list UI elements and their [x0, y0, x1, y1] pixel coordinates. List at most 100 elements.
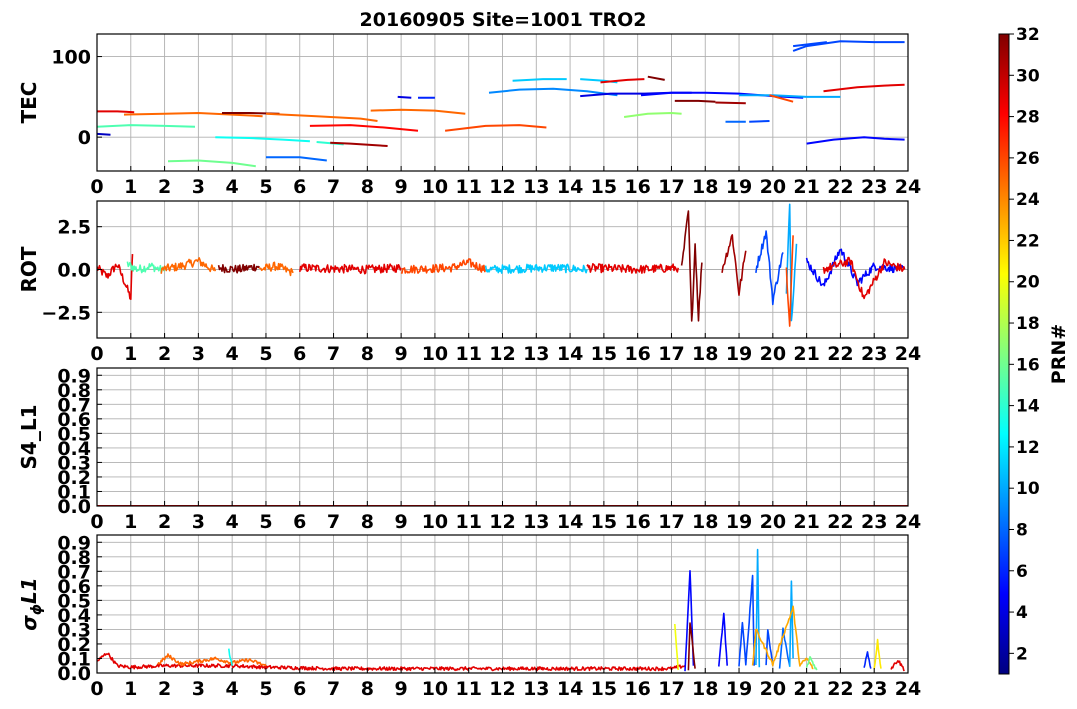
colorbar-tick-label: 8 [1016, 520, 1028, 540]
subplots: 0 1 2 3 4 5 6 7 8 9 10 11 12 13 14 15 16 17 18 19 20 21 22 23 24… [17, 33, 921, 700]
y-axis-label: TEC [17, 82, 41, 124]
x-tick-label: 14 [557, 176, 583, 198]
x-tick-label: 24 [895, 511, 921, 533]
x-tick-label: 11 [455, 176, 481, 198]
series-prn-8 [266, 156, 327, 162]
x-tick-label: 3 [192, 176, 205, 198]
x-tick-label: 19 [726, 176, 752, 198]
x-tick-label: 7 [327, 511, 340, 533]
x-tick-label: 9 [395, 343, 408, 365]
x-tick-label: 8 [361, 176, 374, 198]
y-tick-label: −2.5 [41, 302, 91, 324]
subplot-2: 0 1 2 3 4 5 6 7 8 9 10 11 12 13 14 15 16 17 18 19 20 21 22 23 24… [17, 200, 921, 365]
x-tick-label: 21 [793, 678, 819, 700]
y-tick-label: 0.9 [57, 365, 91, 387]
figure: 20160905 Site=1001 TRO2 0 1 2 3 4 5 6 7 8 9 10 11 12… [17, 9, 1070, 700]
x-tick-label: 18 [692, 678, 718, 700]
colorbar: 2468101214161820222426283032 PRN# [998, 25, 1070, 675]
colorbar-tick-label: 28 [1016, 108, 1040, 128]
x-tick-label: 8 [361, 511, 374, 533]
x-tick-label: 13 [523, 176, 549, 198]
x-tick-label: 1 [124, 176, 137, 198]
x-tick-label: 10 [422, 678, 448, 700]
x-tick-label: 4 [226, 511, 239, 533]
x-tick-label: 6 [293, 511, 306, 533]
subplot-1: 0 1 2 3 4 5 6 7 8 9 10 11 12 13 14 15 16 17 18 19 20 21 22 23 24… [17, 33, 921, 198]
x-tick-label: 14 [557, 511, 583, 533]
x-tick-label: 7 [327, 176, 340, 198]
colorbar-label: PRN# [1048, 324, 1070, 384]
x-tick-label: 18 [692, 343, 718, 365]
series-prn-15 [97, 124, 196, 128]
x-tick-label: 18 [692, 511, 718, 533]
series-prn-26 [444, 124, 547, 132]
colorbar-tick-label: 2 [1016, 644, 1028, 664]
x-tick-label: 18 [692, 176, 718, 198]
series-prn-7 [738, 574, 755, 667]
x-tick-label: 12 [489, 511, 515, 533]
colorbar-tick-label: 20 [1016, 273, 1040, 293]
x-tick-label: 11 [455, 678, 481, 700]
y-tick-labels: 0.00.10.20.30.40.50.60.70.80.9 [57, 365, 102, 518]
x-tick-label: 24 [895, 176, 921, 198]
x-tick-label: 5 [259, 176, 272, 198]
x-tick-label: 19 [726, 343, 752, 365]
series-prn-29 [890, 660, 905, 672]
colorbar-tick-label: 32 [1016, 25, 1040, 45]
x-tick-label: 21 [793, 343, 819, 365]
grid [96, 34, 909, 171]
x-tick-label: 16 [624, 343, 650, 365]
x-tick-label: 6 [293, 678, 306, 700]
colorbar-tick-label: 6 [1016, 562, 1028, 582]
series-group [97, 40, 905, 168]
x-tick-label: 0 [90, 343, 103, 365]
x-tick-label: 22 [827, 343, 853, 365]
series-prn-17 [623, 112, 682, 118]
subplot-3: 0 1 2 3 4 5 6 7 8 9 10 11 12 13 14 15 16 17 18 19 20 21 22 23 24… [17, 365, 921, 533]
x-tick-label: 16 [624, 678, 650, 700]
x-tick-label: 21 [793, 176, 819, 198]
x-tick-label: 15 [591, 343, 617, 365]
series-prn-32 [680, 210, 703, 322]
series-group [97, 548, 905, 672]
x-tick-label: 14 [557, 343, 583, 365]
x-tick-label: 4 [226, 176, 239, 198]
x-tick-label: 0 [90, 511, 103, 533]
x-tick-label: 23 [861, 511, 887, 533]
series-prn-29 [822, 256, 906, 300]
colorbar-tick-label: 10 [1016, 479, 1040, 499]
series-prn-13 [215, 136, 310, 143]
x-tick-label: 13 [523, 678, 549, 700]
x-tick-label: 20 [760, 343, 786, 365]
x-tick-label: 8 [361, 678, 374, 700]
x-tick-label: 10 [422, 343, 448, 365]
series-prn-25 [370, 108, 466, 115]
colorbar-tick-label: 12 [1016, 438, 1040, 458]
colorbar-tick-label: 4 [1016, 603, 1028, 623]
x-tick-label: 5 [259, 343, 272, 365]
x-tick-label: 12 [489, 678, 515, 700]
series-prn-23 [751, 605, 814, 670]
colorbar-tick-label: 14 [1016, 397, 1040, 417]
x-tick-label: 4 [226, 343, 239, 365]
x-tick-label: 9 [395, 176, 408, 198]
x-tick-label: 3 [192, 511, 205, 533]
x-tick-label: 21 [793, 511, 819, 533]
x-tick-label: 16 [624, 176, 650, 198]
x-tick-label: 24 [895, 343, 921, 365]
x-tick-label: 7 [327, 343, 340, 365]
series-prn-16 [167, 159, 256, 168]
x-tick-label: 22 [827, 176, 853, 198]
series-prn-6 [863, 651, 872, 669]
x-tick-label: 1 [124, 678, 137, 700]
series-prn-5 [806, 136, 905, 145]
x-tick-label: 6 [293, 176, 306, 198]
x-tick-label: 2 [158, 678, 171, 700]
x-tick-label: 13 [523, 343, 549, 365]
series-prn-29 [97, 254, 134, 300]
series-prn-15 [126, 261, 166, 274]
subplot-4: 0 1 2 3 4 5 6 7 8 9 10 11 12 13 14 15 16 17 18 19 20 21 22 23 24… [17, 532, 921, 700]
x-tick-label: 9 [395, 678, 408, 700]
series-prn-32 [217, 263, 260, 274]
x-tick-label: 1 [124, 511, 137, 533]
